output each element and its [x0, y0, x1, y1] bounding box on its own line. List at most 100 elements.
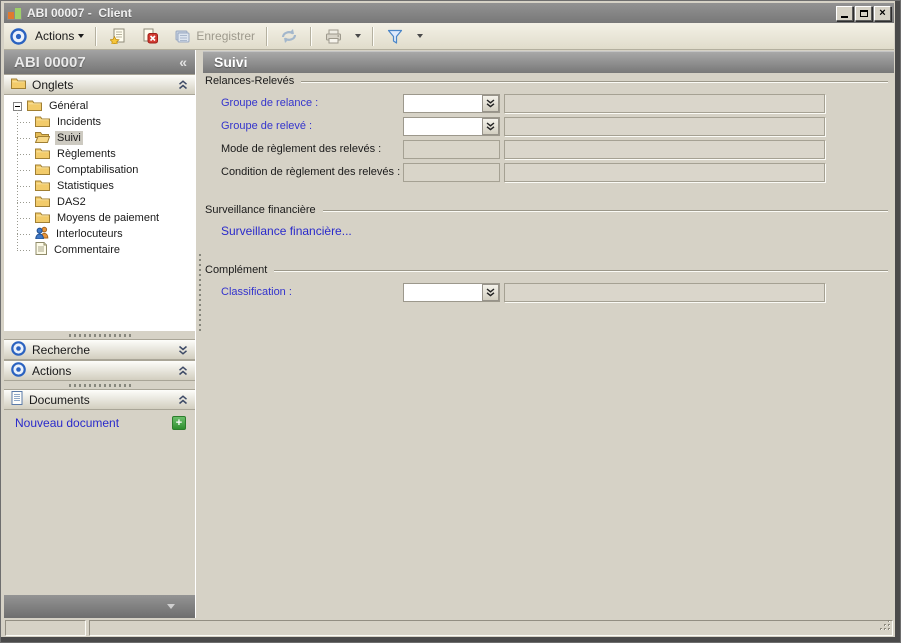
delete-icon	[140, 26, 160, 46]
tree-item-statistiques[interactable]: Statistiques	[4, 178, 195, 194]
print-button[interactable]	[318, 24, 348, 48]
panel-drag-handle[interactable]	[68, 334, 131, 337]
groupe-de-releve-input[interactable]	[404, 118, 482, 135]
maximize-icon	[859, 9, 868, 17]
tree-item-reglements[interactable]: Règlements	[4, 146, 195, 162]
status-cell-left	[5, 620, 86, 636]
chevron-double-up-icon	[178, 79, 188, 90]
tree-item-general[interactable]: Général	[4, 98, 195, 114]
window-title: ABI 00007 - Client	[27, 6, 132, 20]
mode-reglement-desc	[504, 140, 825, 159]
chevron-double-up-icon	[178, 365, 188, 376]
group-divider	[301, 80, 888, 83]
group-label: Relances-Relevés	[205, 75, 295, 87]
sidebar-bottom-bar[interactable]	[4, 595, 195, 618]
groupe-de-relance-input[interactable]	[404, 95, 482, 112]
groupe-de-releve-combo[interactable]	[403, 117, 500, 136]
sidebar-empty-area	[4, 432, 195, 595]
target-icon	[8, 26, 28, 46]
folder-icon	[35, 115, 50, 130]
groupe-de-relance-combo[interactable]	[403, 94, 500, 113]
splitter-grip[interactable]	[199, 254, 201, 334]
field-label: Groupe de relance :	[221, 97, 319, 109]
tree-item-label: Statistiques	[57, 180, 114, 192]
tree-item-label: Incidents	[57, 116, 102, 128]
chevron-down-icon	[417, 34, 424, 38]
add-document-button[interactable]: +	[172, 416, 186, 430]
tree-item-moyens-de-paiement[interactable]: Moyens de paiement	[4, 210, 195, 226]
folder-icon	[35, 179, 50, 194]
panel-drag-handle[interactable]	[68, 384, 131, 387]
sidebar: ABI 00007 « Onglets Général Incidents Su…	[4, 50, 195, 618]
groupe-de-releve-desc	[504, 117, 825, 136]
status-bar	[4, 618, 894, 636]
field-row-condition-reglement: Condition de règlement des relevés :	[203, 163, 894, 183]
condition-reglement-desc	[504, 163, 825, 182]
target-icon	[11, 340, 26, 359]
surveillance-financiere-link[interactable]: Surveillance financière...	[221, 224, 352, 238]
field-label: Condition de règlement des relevés :	[221, 166, 401, 178]
toolbar: Actions Enregistrer	[4, 23, 894, 50]
tree-item-label: Commentaire	[54, 244, 121, 256]
resize-grip-icon[interactable]	[879, 619, 891, 634]
field-row-classification: Classification :	[203, 283, 894, 303]
new-document-link[interactable]: Nouveau document	[15, 416, 119, 430]
folder-icon	[35, 163, 50, 178]
classification-desc	[504, 283, 825, 302]
tree-item-label: DAS2	[57, 196, 86, 208]
combo-dropdown-button[interactable]	[482, 118, 499, 135]
chevron-down-icon	[355, 34, 362, 38]
folder-icon	[35, 211, 50, 226]
group-relances-releves: Relances-Relevés	[205, 75, 888, 87]
chevron-double-down-icon	[178, 345, 188, 355]
chevron-down-icon	[167, 604, 175, 609]
toolbar-separator	[266, 26, 269, 46]
combo-dropdown-button[interactable]	[482, 95, 499, 112]
tree-item-comptabilisation[interactable]: Comptabilisation	[4, 162, 195, 178]
field-label: Mode de règlement des relevés :	[221, 143, 382, 155]
minimize-button[interactable]	[836, 5, 853, 21]
folder-icon	[27, 99, 42, 114]
panel-header-recherche[interactable]: Recherche	[4, 339, 195, 360]
note-icon	[35, 242, 47, 258]
panel-header-documents[interactable]: Documents	[4, 389, 195, 410]
sidebar-splitter[interactable]	[195, 50, 203, 618]
chevron-double-down-icon	[486, 288, 495, 297]
actions-menu-button[interactable]: Actions	[30, 27, 89, 45]
panel-header-actions[interactable]: Actions	[4, 360, 195, 381]
tree-item-label: Suivi	[55, 131, 83, 145]
filter-button[interactable]	[380, 24, 410, 48]
panel-label-onglets: Onglets	[32, 77, 74, 92]
tree-item-das2[interactable]: DAS2	[4, 194, 195, 210]
maximize-button[interactable]	[855, 5, 872, 21]
tree-item-label: Général	[49, 100, 89, 112]
chevron-double-up-icon	[178, 394, 188, 405]
field-label: Classification :	[221, 286, 292, 298]
app-icon	[7, 6, 22, 20]
filter-dropdown-button[interactable]	[412, 32, 428, 40]
chevron-double-down-icon	[486, 99, 495, 108]
tree-item-label: Interlocuteurs	[56, 228, 123, 240]
status-cell-main	[89, 620, 893, 636]
save-button[interactable]: Enregistrer	[167, 24, 260, 48]
close-icon: ×	[879, 6, 886, 19]
panel-header-onglets[interactable]: Onglets	[4, 74, 195, 95]
tree-item-commentaire[interactable]: Commentaire	[4, 242, 195, 258]
tree-item-suivi[interactable]: Suivi	[4, 130, 195, 146]
new-document-button[interactable]	[103, 24, 133, 48]
print-dropdown-button[interactable]	[350, 32, 366, 40]
tree-item-incidents[interactable]: Incidents	[4, 114, 195, 130]
printer-icon	[323, 26, 343, 46]
group-divider	[322, 209, 888, 212]
combo-dropdown-button[interactable]	[482, 284, 499, 301]
classification-combo[interactable]	[403, 283, 500, 302]
refresh-button[interactable]	[274, 24, 304, 48]
close-button[interactable]: ×	[874, 5, 891, 21]
toolbar-separator	[372, 26, 375, 46]
tree-item-interlocuteurs[interactable]: Interlocuteurs	[4, 226, 195, 242]
page-title: Suivi	[203, 51, 894, 73]
sidebar-collapse-button[interactable]: «	[179, 55, 187, 69]
classification-input[interactable]	[404, 284, 482, 301]
tree-item-label: Règlements	[57, 148, 116, 160]
delete-button[interactable]	[135, 24, 165, 48]
